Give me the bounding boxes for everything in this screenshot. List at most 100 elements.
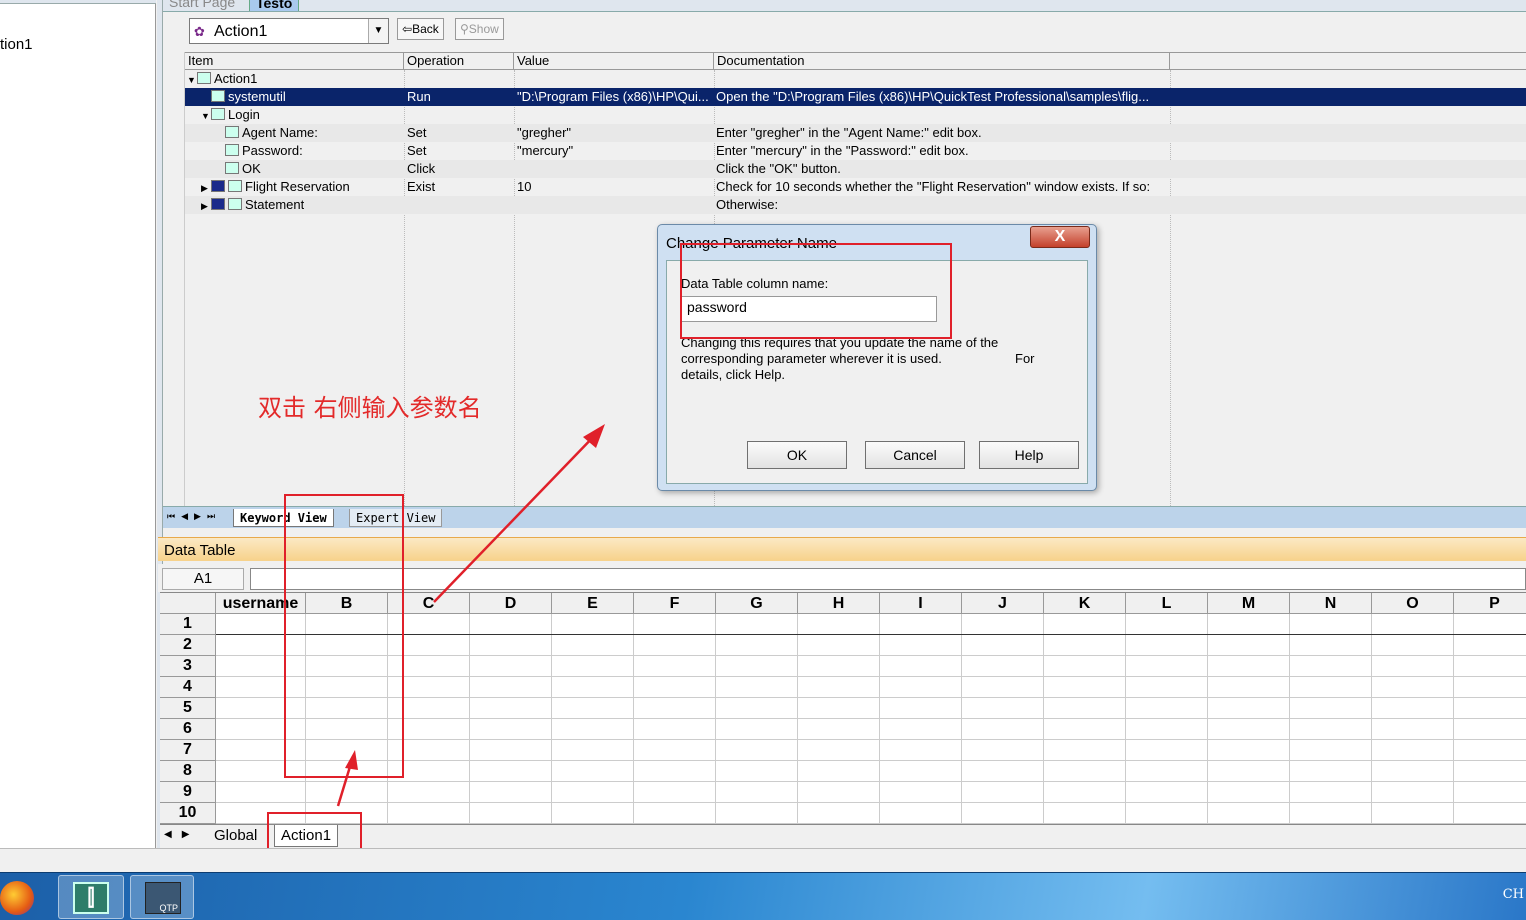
taskbar-qtp[interactable]: QTP: [130, 875, 194, 919]
help-text-line: corresponding parameter wherever it is u…: [681, 351, 1081, 367]
keyword-row[interactable]: OK Click Click the "OK" button.: [185, 160, 1526, 178]
row-item-cell: ▶ Statement: [201, 197, 304, 212]
row-doc-cell[interactable]: Click the "OK" button.: [716, 161, 1166, 176]
tab-global-sheet[interactable]: Global: [208, 825, 263, 847]
annotation-text: 双击 右侧输入参数名: [258, 394, 482, 422]
dt-column-divider: [961, 614, 962, 824]
row-item-label: systemutil: [228, 89, 286, 104]
keyword-row[interactable]: ▶ Flight Reservation Exist 10 Check for 10 s…: [185, 178, 1526, 196]
keyword-row[interactable]: ▼ Action1: [185, 70, 1526, 88]
qtp-window: tion1 Start Page Testo ✿ Action1 ▼ ⇦Back…: [0, 0, 1526, 920]
chevron-down-icon[interactable]: ▼: [368, 19, 388, 43]
dt-row-header[interactable]: 3: [160, 656, 216, 677]
dt-column-header[interactable]: E: [552, 593, 634, 614]
column-header-operation[interactable]: Operation: [404, 53, 514, 70]
keyword-row[interactable]: systemutil Run "D:\Program Files (x86)\HP\…: [185, 88, 1526, 106]
editbox-icon: [225, 144, 239, 156]
row-operation-cell[interactable]: Exist: [407, 179, 512, 194]
dt-column-header[interactable]: I: [880, 593, 962, 614]
row-value-cell[interactable]: "D:\Program Files (x86)\HP\Qui...: [517, 89, 712, 104]
keyword-row[interactable]: Password: Set "mercury" Enter "mercury" in …: [185, 142, 1526, 160]
row-operation-cell[interactable]: Set: [407, 125, 512, 140]
cancel-button[interactable]: Cancel: [865, 441, 965, 469]
keyword-row[interactable]: ▼ Login: [185, 106, 1526, 124]
dt-column-header[interactable]: L: [1126, 593, 1208, 614]
back-button[interactable]: ⇦Back: [397, 18, 444, 40]
dt-column-header[interactable]: D: [470, 593, 552, 614]
keyword-row[interactable]: Agent Name: Set "gregher" Enter "gregher" i…: [185, 124, 1526, 142]
grid-corner[interactable]: [160, 593, 216, 614]
left-pane-header: [0, 0, 156, 4]
tree-expander-icon[interactable]: ▼: [201, 111, 211, 121]
dt-column-header[interactable]: O: [1372, 593, 1454, 614]
taskbar-app[interactable]: ⫿: [58, 875, 124, 919]
help-text-fragment: corresponding parameter wherever it is u…: [681, 351, 942, 366]
sheet-nav-icons[interactable]: ◀▶: [164, 829, 199, 840]
tree-expander-icon[interactable]: ▶: [201, 201, 211, 212]
dt-column-divider: [469, 614, 470, 824]
row-doc-cell[interactable]: Enter "mercury" in the "Password:" edit …: [716, 143, 1166, 158]
cell-reference[interactable]: A1: [162, 568, 244, 590]
dt-column-header[interactable]: G: [716, 593, 798, 614]
row-doc-cell[interactable]: Enter "gregher" in the "Agent Name:" edi…: [716, 125, 1166, 140]
statement-badge-icon: [211, 198, 225, 210]
dt-row-header[interactable]: 2: [160, 635, 216, 656]
row-item-cell: Agent Name:: [215, 125, 318, 140]
row-operation-cell[interactable]: Click: [407, 161, 512, 176]
column-header-item[interactable]: Item: [185, 53, 404, 70]
dt-column-header[interactable]: H: [798, 593, 880, 614]
row-item-cell: ▼ Login: [201, 107, 260, 122]
tab-test[interactable]: Testo: [249, 0, 300, 11]
dt-row-header[interactable]: 7: [160, 740, 216, 761]
keyword-gutter: [163, 52, 185, 506]
keyword-row[interactable]: ▶ Statement Otherwise:: [185, 196, 1526, 214]
arrow-left-icon: ⇦: [402, 22, 413, 36]
test-flow-node[interactable]: tion1: [0, 36, 33, 53]
systemutil-icon: [211, 90, 225, 102]
formula-input[interactable]: [250, 568, 1526, 590]
dt-row-divider: [216, 718, 1526, 719]
dt-column-header[interactable]: N: [1290, 593, 1372, 614]
row-doc-cell[interactable]: Open the "D:\Program Files (x86)\HP\Quic…: [716, 89, 1166, 104]
dt-column-header[interactable]: K: [1044, 593, 1126, 614]
column-header-value[interactable]: Value: [514, 53, 714, 70]
tab-nav-icons[interactable]: ⏮◀▶⏭: [167, 511, 221, 522]
dt-row-header[interactable]: 4: [160, 677, 216, 698]
language-indicator[interactable]: CH: [1503, 887, 1524, 902]
tree-expander-icon[interactable]: ▼: [187, 75, 197, 85]
column-header-documentation[interactable]: Documentation: [714, 53, 1170, 70]
dt-column-divider: [1371, 614, 1372, 824]
dt-row-header[interactable]: 8: [160, 761, 216, 782]
dt-row-divider: [216, 697, 1526, 698]
row-item-cell: Password:: [215, 143, 303, 158]
editbox-icon: [225, 126, 239, 138]
dt-row-header[interactable]: 6: [160, 719, 216, 740]
action-selector[interactable]: ✿ Action1 ▼: [189, 18, 389, 44]
dt-column-header[interactable]: J: [962, 593, 1044, 614]
dt-row-header[interactable]: 1: [160, 614, 216, 635]
row-operation-cell[interactable]: Set: [407, 143, 512, 158]
ok-button[interactable]: OK: [747, 441, 847, 469]
dialog-icon: [211, 108, 225, 120]
dt-row-header[interactable]: 9: [160, 782, 216, 803]
annotation-box-input: [680, 243, 952, 339]
show-button[interactable]: ⚲Show: [455, 18, 504, 40]
row-operation-cell[interactable]: Run: [407, 89, 512, 104]
dt-column-divider: [1207, 614, 1208, 824]
taskbar-firefox[interactable]: [0, 875, 40, 919]
dt-column-header[interactable]: M: [1208, 593, 1290, 614]
row-value-cell[interactable]: 10: [517, 179, 712, 194]
row-value-cell[interactable]: "mercury": [517, 143, 712, 158]
tab-start-page[interactable]: Start Page: [163, 0, 241, 11]
tree-expander-icon[interactable]: ▶: [201, 183, 211, 194]
row-value-cell[interactable]: "gregher": [517, 125, 712, 140]
dt-row-header[interactable]: 5: [160, 698, 216, 719]
dt-column-header[interactable]: F: [634, 593, 716, 614]
close-button[interactable]: X: [1030, 226, 1090, 248]
help-button[interactable]: Help: [979, 441, 1079, 469]
row-doc-cell[interactable]: Check for 10 seconds whether the "Flight…: [716, 179, 1166, 194]
dt-column-header[interactable]: P: [1454, 593, 1526, 614]
window-icon: [228, 180, 242, 192]
dt-row-header[interactable]: 10: [160, 803, 216, 824]
row-doc-cell[interactable]: Otherwise:: [716, 197, 1166, 212]
